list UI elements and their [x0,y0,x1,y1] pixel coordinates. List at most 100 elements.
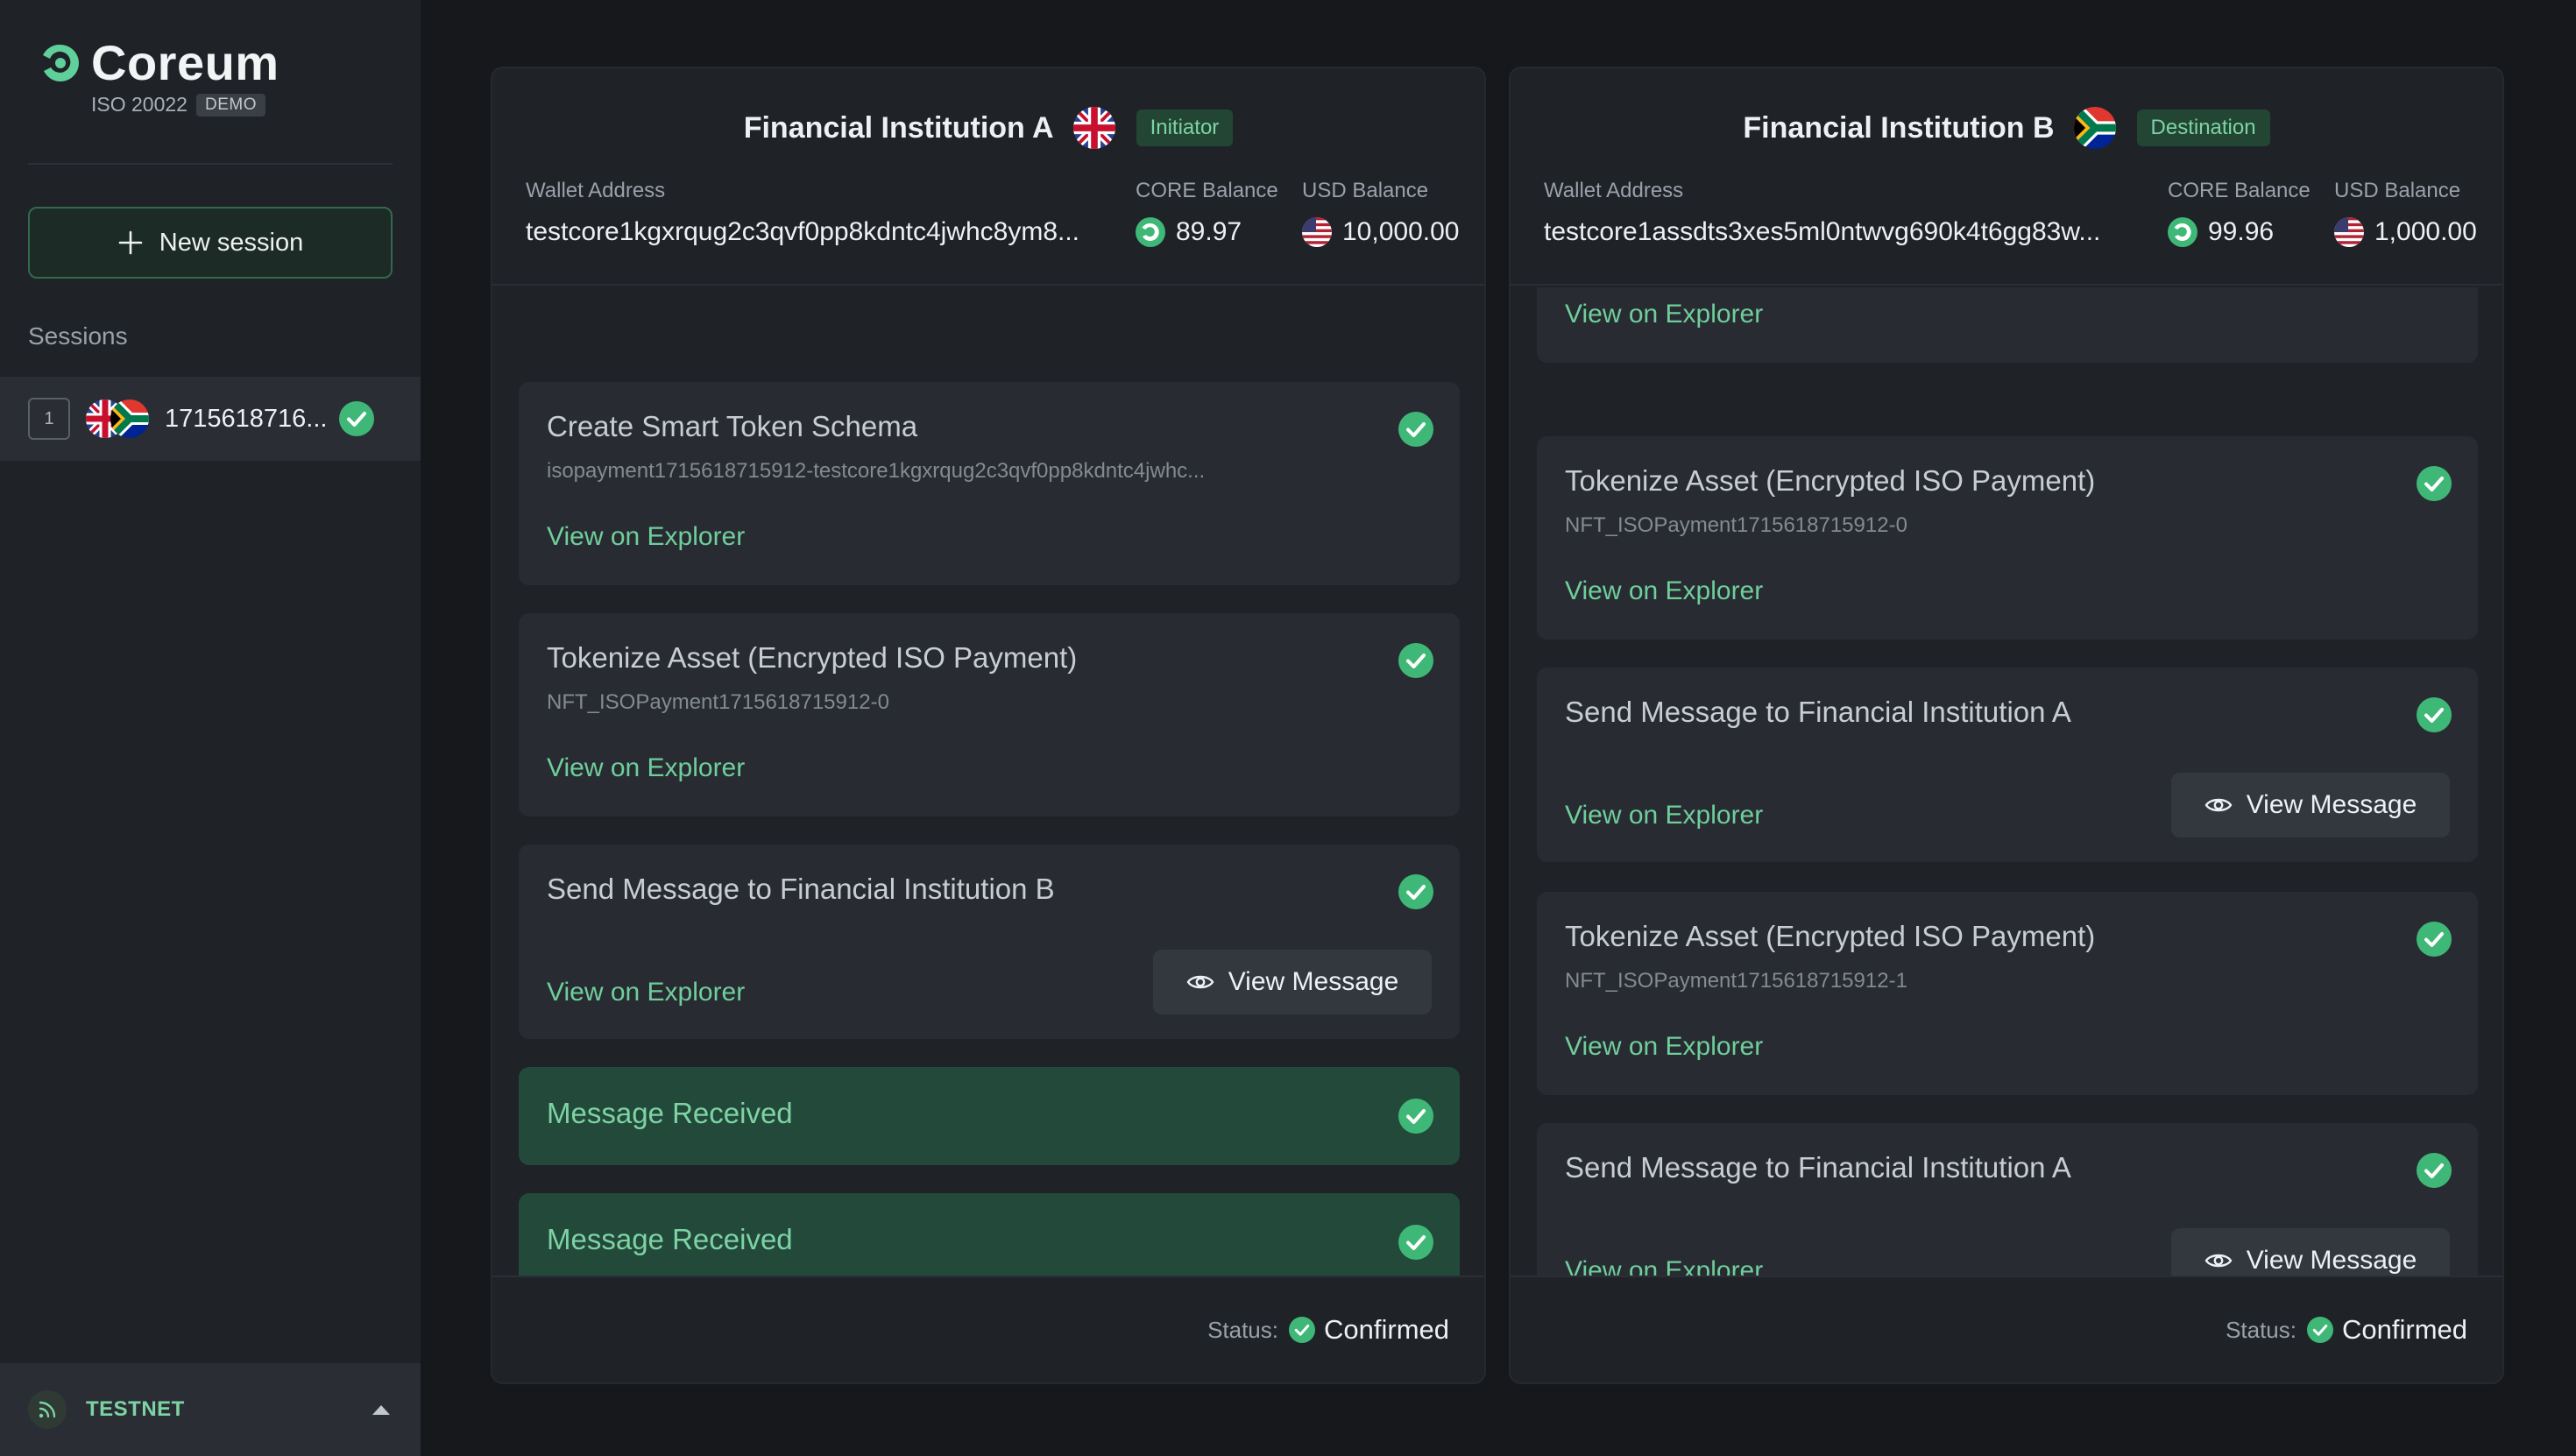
check-circle-icon [1398,874,1433,909]
wallet-label: Wallet Address [526,179,666,202]
usd-balance-label: USD Balance [1302,179,1429,202]
status-value: Confirmed [1324,1314,1449,1345]
us-flag-icon [1302,217,1332,247]
us-flag-icon [2334,217,2364,247]
step-card: Tokenize Asset (Encrypted ISO Payment) N… [519,613,1460,816]
step-title: Message Received [547,1223,793,1255]
eye-icon [2204,798,2233,812]
view-on-explorer-link[interactable]: View on Explorer [547,978,745,1007]
step-subtitle: NFT_ISOPayment1715618715912-0 [547,690,889,714]
check-circle-icon [1398,1099,1433,1134]
check-circle-icon [1398,643,1433,678]
session-item[interactable]: 1 1715618716... [0,377,421,461]
core-balance-block: CORE Balance 99.96 [2168,179,2311,247]
wallet-address[interactable]: testcore1assdts3xes5ml0ntwvg690k4t6gg83w… [1544,217,2105,247]
sidebar-divider [28,163,393,165]
step-title: Send Message to Financial Institution B [547,873,1055,905]
panel-header: Financial Institution B Destination Wall… [1511,68,2502,286]
step-title: Tokenize Asset (Encrypted ISO Payment) [547,641,1078,674]
view-on-explorer-link[interactable]: View on Explorer [1565,300,1763,329]
view-message-label: View Message [2246,1246,2417,1275]
check-circle-icon [1289,1317,1315,1343]
network-selector[interactable]: TESTNET [0,1363,421,1456]
core-balance-label: CORE Balance [2168,179,2311,202]
step-title: Message Received [547,1097,793,1129]
iso-label: ISO 20022 [91,93,188,116]
view-on-explorer-link[interactable]: View on Explorer [1565,1032,1763,1062]
usd-balance-value: 1,000.00 [2374,217,2477,246]
signal-icon [39,1401,56,1418]
wallet-label: Wallet Address [1544,179,1684,202]
view-on-explorer-link[interactable]: View on Explorer [547,522,745,552]
panel-title-row: Financial Institution B Destination [1511,100,2502,156]
view-on-explorer-link[interactable]: View on Explorer [1565,801,1763,830]
role-badge: Initiator [1136,110,1234,146]
new-session-button[interactable]: New session [28,207,393,279]
demo-badge: DEMO [195,93,265,117]
institution-name: Financial Institution A [743,110,1054,145]
caret-up-icon [372,1405,390,1415]
step-title: Send Message to Financial Institution A [1565,1151,2071,1184]
usd-balance-block: USD Balance 10,000.00 [1302,179,1459,247]
core-coin-icon [2168,217,2197,247]
logo-subtitle: ISO 20022 DEMO [91,93,265,117]
core-balance-block: CORE Balance 89.97 [1136,179,1278,247]
institution-name: Financial Institution B [1743,110,2055,145]
plus-icon [118,230,143,255]
wallet-address-block: Wallet Address testcore1kgxrqug2c3qvf0pp… [526,179,1086,247]
usd-balance-label: USD Balance [2334,179,2461,202]
step-subtitle: NFT_ISOPayment1715618715912-0 [1565,513,1907,537]
usd-balance-value: 10,000.00 [1342,217,1460,246]
check-circle-icon [2417,922,2452,957]
wallet-address-block: Wallet Address testcore1assdts3xes5ml0nt… [1544,179,2105,247]
step-card: Send Message to Financial Institution B … [519,845,1460,1039]
uk-flag-icon [1072,107,1115,149]
message-received-card: Message Received [519,1067,1460,1165]
view-on-explorer-link[interactable]: View on Explorer [1565,576,1763,606]
core-coin-icon [1136,217,1165,247]
step-card: View on Explorer [1537,287,2478,363]
view-message-label: View Message [2246,790,2417,819]
check-circle-icon [2307,1317,2333,1343]
panel-footer: Status: Confirmed [1511,1276,2502,1382]
steps-list: View on Explorer Tokenize Asset (Encrypt… [1511,287,2502,1346]
session-number: 1 [28,398,70,440]
app-name: Coreum [91,35,280,90]
view-message-label: View Message [1228,967,1399,996]
institution-panel-b: Financial Institution B Destination Wall… [1509,67,2504,1384]
usd-balance: 10,000.00 [1302,217,1459,247]
check-circle-icon [2417,697,2452,732]
view-message-button[interactable]: View Message [1153,950,1432,1014]
logo[interactable]: Coreum [39,35,280,91]
coreum-logo-icon [43,44,79,81]
steps-list: Create Smart Token Schema isopayment1715… [492,287,1484,1346]
core-balance-value: 99.96 [2208,217,2275,246]
usd-balance: 1,000.00 [2334,217,2477,247]
new-session-label: New session [159,228,304,257]
south-africa-flag-icon [2073,107,2116,149]
check-circle-icon [1398,1225,1433,1260]
panel-header: Financial Institution A Initiator Wallet… [492,68,1484,286]
view-message-button[interactable]: View Message [2171,773,2450,838]
status-label: Status: [1207,1316,1278,1343]
network-label: TESTNET [86,1397,185,1421]
step-title: Send Message to Financial Institution A [1565,696,2071,728]
step-subtitle: NFT_ISOPayment1715618715912-1 [1565,969,1907,993]
core-balance-label: CORE Balance [1136,179,1278,202]
core-balance-value: 89.97 [1176,217,1242,246]
view-on-explorer-link[interactable]: View on Explorer [547,753,745,783]
session-id: 1715618716... [165,404,328,433]
role-badge: Destination [2136,110,2270,146]
south-africa-flag-icon [110,399,149,438]
panel-footer: Status: Confirmed [492,1276,1484,1382]
usd-balance-block: USD Balance 1,000.00 [2334,179,2477,247]
eye-icon [1186,975,1214,989]
step-title: Tokenize Asset (Encrypted ISO Payment) [1565,464,2096,497]
core-balance: 89.97 [1136,217,1278,247]
core-balance: 99.96 [2168,217,2311,247]
check-circle-icon [339,401,375,436]
status-value: Confirmed [2342,1314,2467,1345]
wallet-address[interactable]: testcore1kgxrqug2c3qvf0pp8kdntc4jwhc8ym8… [526,217,1086,247]
step-card: Tokenize Asset (Encrypted ISO Payment) N… [1537,436,2478,640]
check-circle-icon [1398,412,1433,447]
